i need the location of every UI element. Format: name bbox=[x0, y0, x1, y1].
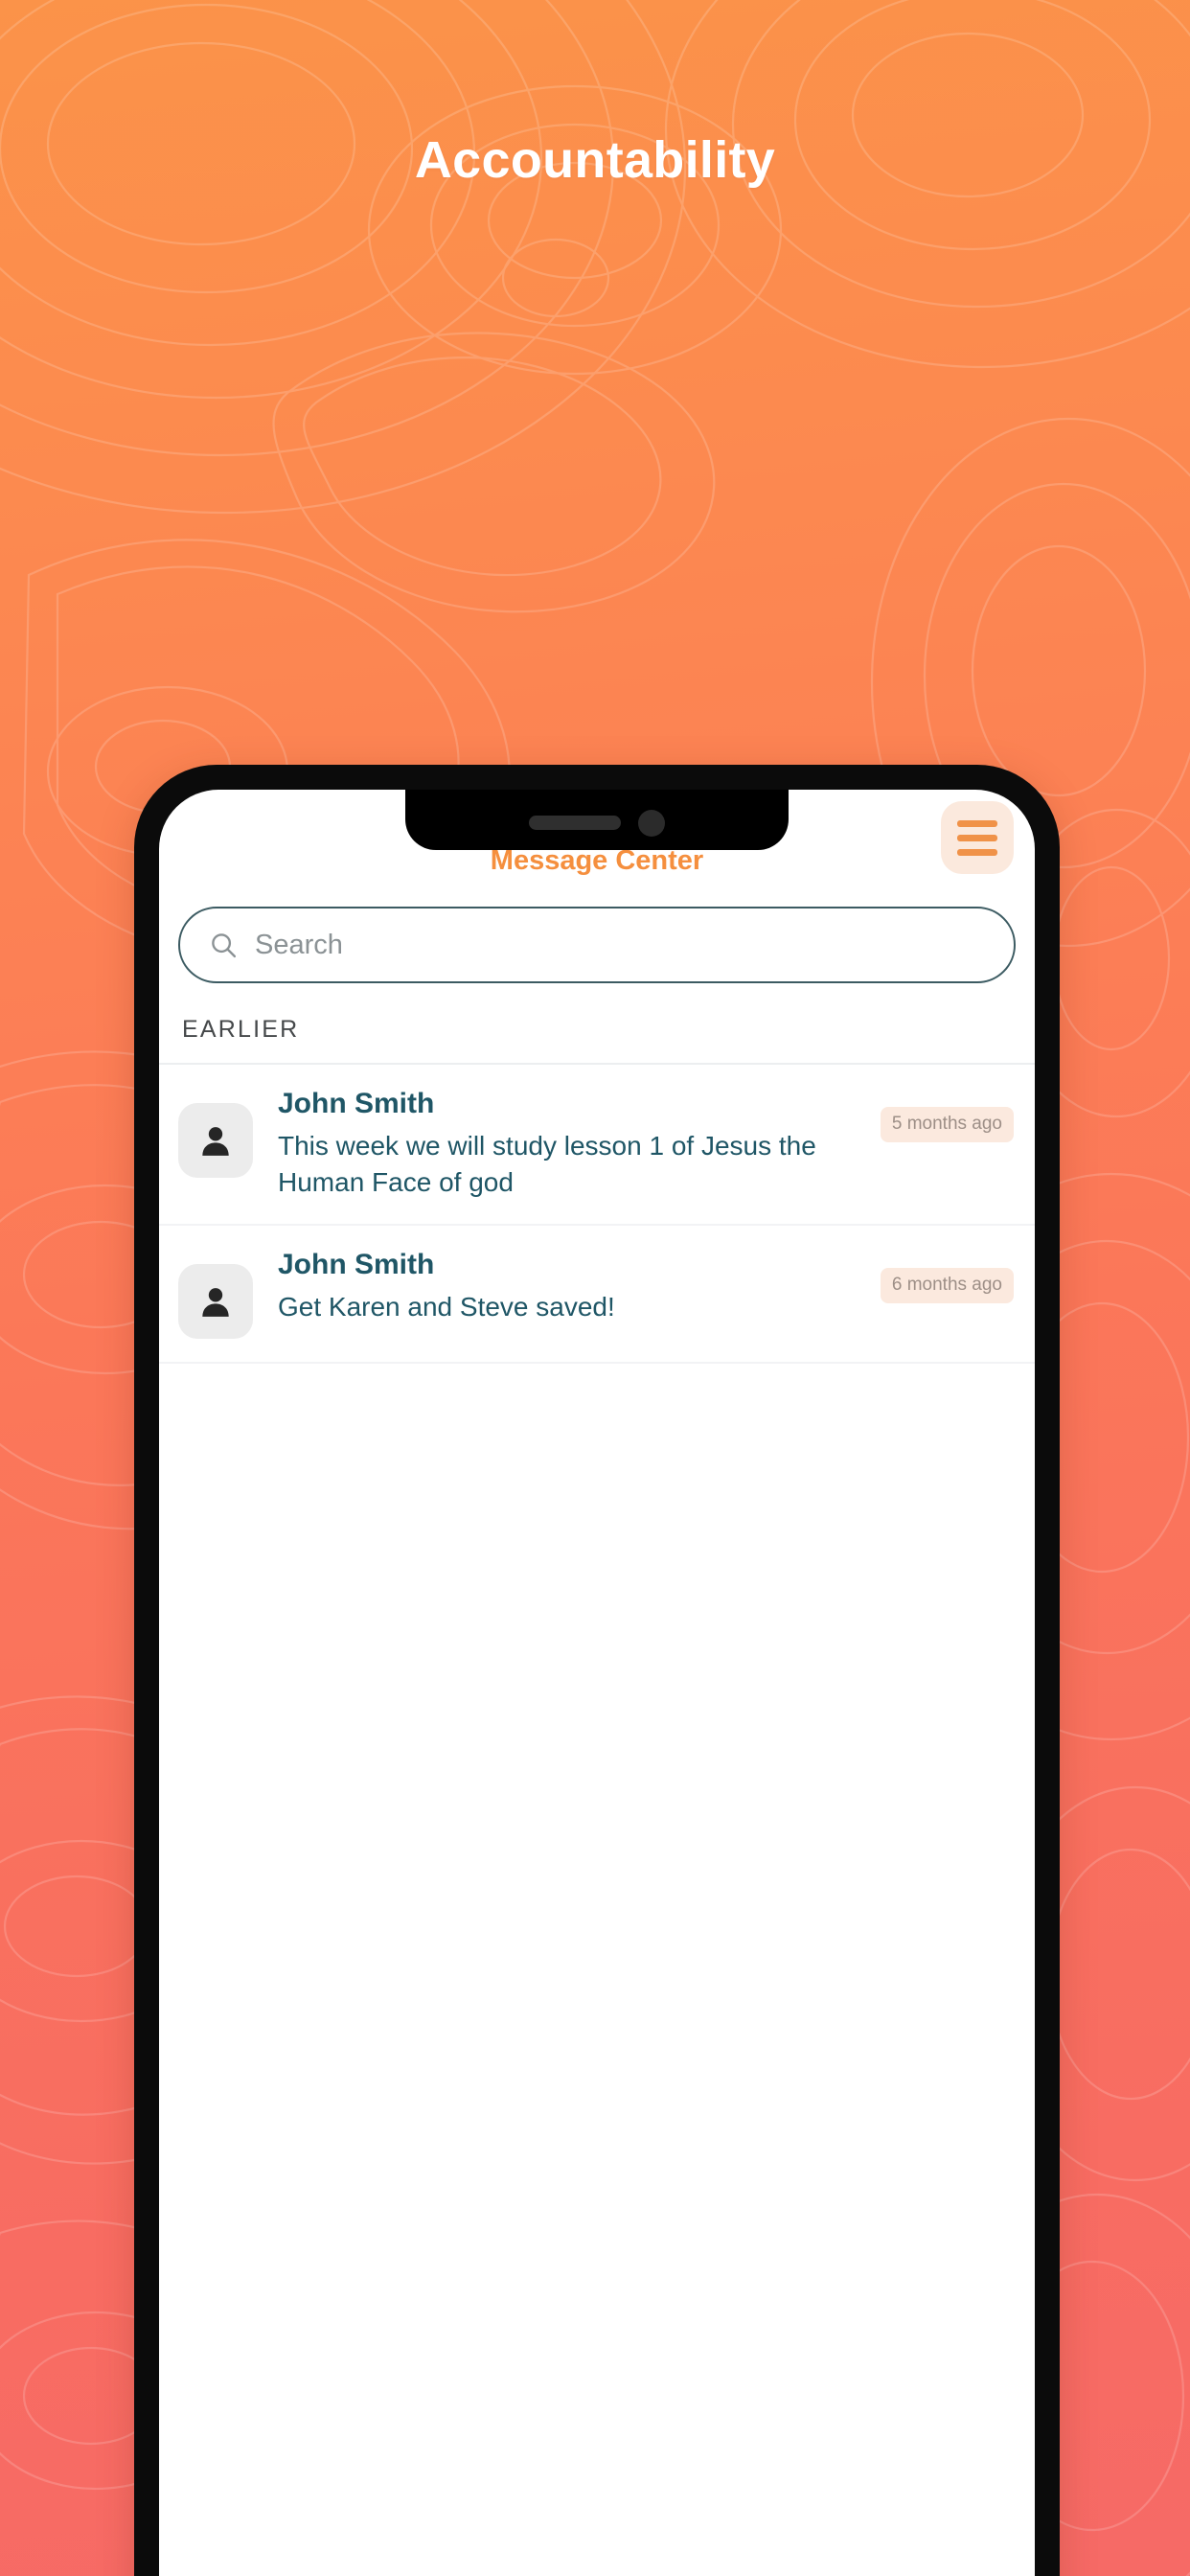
person-avatar-icon bbox=[178, 1263, 253, 1339]
section-header-earlier: EARLIER bbox=[159, 999, 1035, 1065]
phone-notch bbox=[405, 790, 789, 850]
menu-bar-bottom bbox=[957, 848, 997, 856]
message-preview-text: This week we will study lesson 1 of Jesu… bbox=[278, 1131, 816, 1198]
page-title: Accountability bbox=[414, 131, 776, 189]
search-box[interactable] bbox=[178, 907, 1016, 983]
menu-bar-top bbox=[957, 819, 997, 827]
search-container bbox=[159, 901, 1035, 999]
message-content: John Smith This week we will study lesso… bbox=[253, 1086, 1016, 1201]
message-timestamp-badge: 5 months ago bbox=[880, 1107, 1014, 1142]
menu-bar-middle bbox=[957, 834, 997, 841]
phone-device-frame: Message Center EARLIER bbox=[134, 765, 1060, 2576]
message-sender-name: John Smith bbox=[278, 1248, 435, 1280]
person-avatar-icon bbox=[178, 1103, 253, 1178]
front-camera-icon bbox=[638, 809, 665, 837]
message-timestamp-badge: 6 months ago bbox=[880, 1267, 1014, 1303]
search-icon bbox=[212, 933, 237, 958]
screenshot-root: Accountability Message Center Search EAR… bbox=[0, 0, 1190, 2576]
speaker-grill-icon bbox=[529, 816, 621, 830]
search-input[interactable] bbox=[255, 908, 985, 981]
phone-screen: Message Center EARLIER bbox=[159, 790, 1035, 2576]
message-preview-text: Get Karen and Steve saved! bbox=[278, 1292, 615, 1322]
message-list-item[interactable]: John Smith Get Karen and Steve saved! 6 … bbox=[159, 1226, 1035, 1364]
message-list-item[interactable]: John Smith This week we will study lesso… bbox=[159, 1065, 1035, 1226]
message-sender-name: John Smith bbox=[278, 1088, 435, 1119]
hamburger-menu-icon[interactable] bbox=[941, 801, 1014, 874]
